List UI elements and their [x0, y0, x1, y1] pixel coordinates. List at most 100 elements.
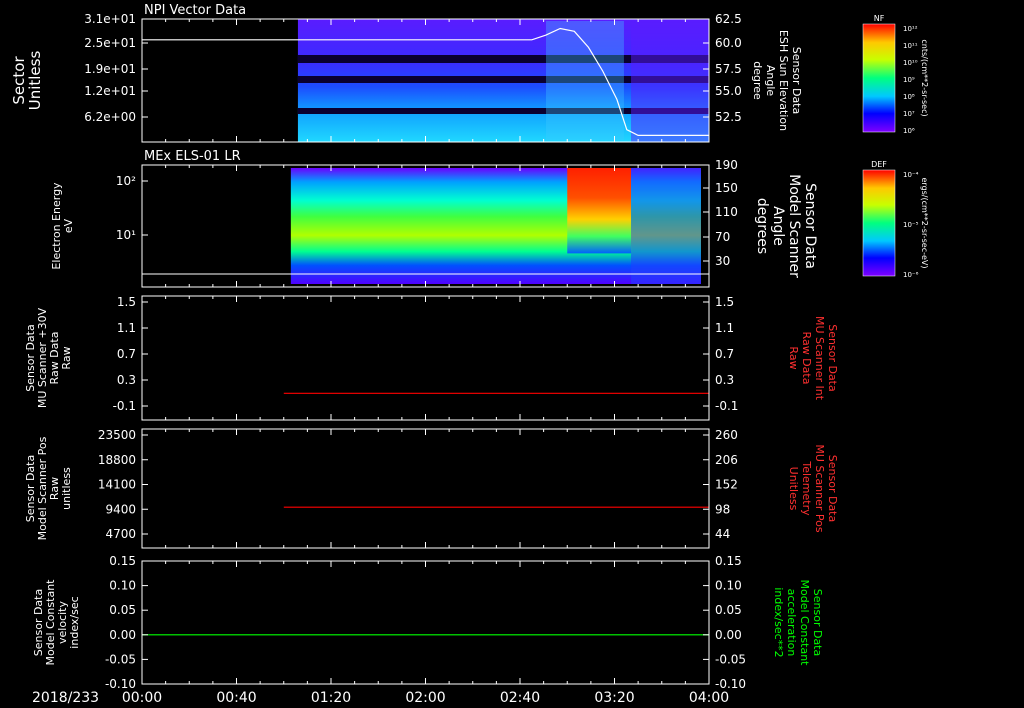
right-tick-label: 152 — [715, 478, 738, 492]
colorbar-tick: 10¹² — [903, 25, 918, 33]
colorbar-tick: 10¹⁰ — [903, 59, 918, 67]
time-tick-label: 02:00 — [405, 690, 445, 706]
date-label: 2018/233 — [32, 690, 99, 706]
panel-title: NPI Vector Data — [144, 3, 246, 18]
right-axis-label: Sensor Data — [802, 183, 818, 269]
right-tick-label: 0.15 — [715, 554, 742, 568]
right-axis-label: Raw Data — [800, 332, 813, 385]
right-tick-label: 30 — [715, 254, 730, 268]
right-axis-label: Model Constant — [798, 580, 811, 667]
colorbar-tick: 10⁷ — [903, 110, 915, 118]
right-axis-label: acceleration — [785, 589, 798, 657]
right-tick-label: 70 — [715, 230, 730, 244]
y-tick-label: 0.3 — [117, 373, 136, 387]
right-tick-label: 190 — [715, 158, 738, 172]
right-tick-label: 98 — [715, 502, 730, 516]
right-axis-label: Angle — [764, 65, 777, 97]
right-axis-label: MU Scanner Pos — [813, 444, 826, 533]
right-tick-label: -0.1 — [715, 399, 738, 413]
panel-frame — [141, 428, 710, 549]
y-axis-label: eV — [62, 218, 75, 233]
right-axis-label: MU Scanner Int — [813, 316, 826, 401]
colorbar-units: ergs/(cm**2-sr-sec-eV) — [920, 177, 929, 268]
panel-frame — [141, 560, 710, 685]
colorbar — [862, 169, 896, 277]
panel-3: 1.5 1.1 0.7 0.3 -0.1 1.5 1.1 0.7 0.3 -0.1 Sensor D… — [24, 295, 839, 421]
y-tick-label: 3.1e+01 — [84, 12, 136, 26]
right-tick-label: 0.05 — [715, 603, 742, 617]
time-tick-label: 02:40 — [500, 690, 540, 706]
npi-heatmap — [142, 19, 709, 142]
right-tick-label: -0.10 — [715, 677, 746, 691]
y-tick-label: 10¹ — [116, 228, 136, 242]
els-late-region — [631, 168, 701, 284]
y-tick-label: 1.5 — [117, 295, 136, 309]
right-tick-label: 260 — [715, 428, 738, 442]
y-tick-label: 4700 — [105, 527, 136, 541]
y-axis-label: Raw — [60, 346, 73, 369]
time-axis: 00:00 00:40 01:20 02:00 02:40 03:20 04:00 2018/… — [32, 690, 729, 706]
y-tick-label: 1.9e+01 — [84, 62, 136, 76]
colorbar — [862, 23, 896, 133]
time-tick-label: 04:00 — [689, 690, 729, 706]
right-axis-label: ESH Sun Elevation — [777, 30, 790, 131]
right-tick-label: -0.05 — [715, 652, 746, 666]
colorbar-tick: 10⁻⁶ — [903, 271, 919, 279]
right-tick-label: 0.10 — [715, 579, 742, 593]
right-axis-label: degrees — [754, 198, 770, 254]
y-tick-label: 0.7 — [117, 347, 136, 361]
right-axis-label: Model Scanner — [786, 174, 802, 278]
els-hot-region — [567, 168, 632, 254]
y-tick-label: 10² — [116, 174, 136, 188]
right-axis-label: index/sec**2 — [772, 587, 785, 657]
els-heatmap — [142, 168, 709, 284]
right-tick-label: 0.00 — [715, 628, 742, 642]
y-tick-label: 0.15 — [109, 554, 136, 568]
y-tick-label: 9400 — [105, 502, 136, 516]
colorbar-tick: 10⁻⁴ — [903, 171, 919, 179]
right-tick-label: 57.5 — [715, 62, 742, 76]
y-tick-label: -0.05 — [105, 652, 136, 666]
time-tick-label: 00:00 — [122, 690, 162, 706]
right-axis-label: Unitless — [787, 467, 800, 511]
right-tick-label: 52.5 — [715, 110, 742, 124]
time-tick-label: 00:40 — [216, 690, 256, 706]
y-axis-label: Unitless — [26, 51, 44, 111]
time-tick-label: 03:20 — [594, 690, 634, 706]
right-tick-label: 206 — [715, 453, 738, 467]
right-tick-label: 1.5 — [715, 295, 734, 309]
y-tick-label: 1.1 — [117, 321, 136, 335]
right-axis-label: Raw — [787, 346, 800, 369]
colorbar-tick: 10⁻⁵ — [903, 221, 919, 229]
colorbar-label: NF — [874, 14, 885, 23]
panel-4: 23500 18800 14100 9400 4700 260 206 152 98 44 Sens… — [24, 428, 839, 549]
right-tick-label: 150 — [715, 181, 738, 195]
colorbar-units: cnts/(cm**2-sr-sec) — [920, 39, 929, 116]
y-tick-label: -0.10 — [105, 677, 136, 691]
y-tick-label: 0.10 — [109, 579, 136, 593]
right-axis-label: Sensor Data — [826, 324, 839, 391]
right-tick-label: 60.0 — [715, 36, 742, 50]
right-tick-label: 0.7 — [715, 347, 734, 361]
right-axis-label: Angle — [770, 206, 786, 246]
colorbar-tick: 10⁸ — [903, 93, 915, 101]
panel-5: 0.15 0.10 0.05 0.00 -0.05 -0.10 0.15 0.10 0.05 0.… — [32, 554, 824, 691]
y-tick-label: 2.5e+01 — [84, 36, 136, 50]
right-tick-label: 110 — [715, 205, 738, 219]
y-tick-label: 14100 — [98, 478, 136, 492]
colorbar-label: DEF — [871, 160, 887, 169]
right-axis-label: Sensor Data — [790, 47, 803, 114]
npi-late-band — [631, 19, 709, 142]
time-tick-label: 01:20 — [311, 690, 351, 706]
right-tick-label: 1.1 — [715, 321, 734, 335]
right-tick-label: 55.0 — [715, 84, 742, 98]
right-tick-label: 0.3 — [715, 373, 734, 387]
right-tick-label: 44 — [715, 527, 730, 541]
panel-title: MEx ELS-01 LR — [144, 149, 241, 164]
plot-canvas: 3.1e+01 2.5e+01 1.9e+01 1.2e+01 6.2e+00 62.5 6… — [10, 3, 929, 706]
y-tick-label: 23500 — [98, 428, 136, 442]
right-axis-label: Telemetry — [800, 460, 813, 516]
y-tick-label: 0.05 — [109, 603, 136, 617]
y-tick-label: -0.1 — [113, 399, 136, 413]
y-axis-label: index/sec — [68, 596, 81, 648]
